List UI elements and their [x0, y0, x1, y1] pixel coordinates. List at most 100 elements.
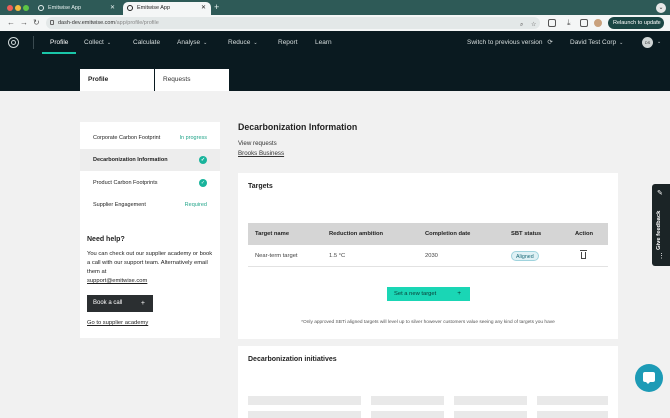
more-dots-icon: ⋮: [658, 253, 665, 260]
sidebar-item-product-footprints[interactable]: Product Carbon Footprints ✓: [80, 172, 220, 194]
reduction-ambition: 1.5 °C: [329, 253, 346, 259]
loading-placeholder: [454, 396, 527, 405]
targets-title: Targets: [248, 183, 273, 190]
tab-profile[interactable]: Profile: [80, 69, 154, 91]
company-name: David Test Corp: [570, 39, 617, 46]
browser-tab-label: Emitwise App: [137, 5, 171, 11]
status-in-progress: In progress: [179, 135, 207, 141]
chevron-down-icon: ⌄: [203, 40, 208, 46]
view-requests-label: View requests: [238, 140, 277, 147]
sidebar-item-decarbonization[interactable]: Decarbonization Information ✓: [80, 149, 220, 171]
sidebar-item-label: Corporate Carbon Footprint: [93, 135, 161, 141]
initiatives-title: Decarbonization initiatives: [248, 356, 337, 363]
side-panel-icon[interactable]: [580, 19, 588, 27]
browser-tab-2[interactable]: Emitwise App ✕: [123, 2, 211, 15]
give-feedback-tab[interactable]: ✎ Give feedback ⋮: [652, 184, 670, 266]
support-email-link[interactable]: support@emitwise.com: [87, 278, 147, 284]
sidebar-item-supplier-engagement[interactable]: Supplier Engagement Required: [80, 194, 220, 216]
browser-tab-strip: Emitwise App ✕ Emitwise App ✕ + ⌄: [0, 0, 670, 15]
loading-placeholder: [371, 411, 444, 418]
zoom-icon[interactable]: ⌕: [520, 19, 523, 31]
nav-calculate[interactable]: Calculate: [133, 31, 160, 54]
user-avatar[interactable]: DS: [642, 37, 653, 48]
sidebar-item-corporate-footprint[interactable]: Corporate Carbon Footprint In progress: [80, 127, 220, 149]
switch-version-label: Switch to previous version: [467, 39, 543, 46]
avatar-chevron-down-icon[interactable]: ⌄: [657, 31, 661, 54]
tab-close-icon[interactable]: ✕: [110, 2, 115, 15]
column-header: Reduction ambition: [329, 231, 384, 237]
nav-label: Reduce: [228, 39, 251, 46]
browser-tab-1[interactable]: Emitwise App ✕: [34, 2, 120, 15]
url-path: /app/profile/profile: [115, 20, 159, 26]
nav-label: Collect: [84, 39, 104, 46]
bookmark-star-icon[interactable]: ☆: [531, 19, 536, 31]
company-link[interactable]: Brooks Business: [238, 150, 284, 157]
profile-icon[interactable]: [594, 19, 602, 27]
site-info-icon[interactable]: [50, 20, 54, 25]
browser-toolbar: ← → ↻ dash-dev.emitwise.com/app/profile/…: [0, 15, 670, 31]
app-navbar: Profile Collect ⌄ Calculate Analyse ⌄ Redu…: [0, 31, 670, 54]
emitwise-logo-icon[interactable]: [8, 37, 19, 48]
back-icon[interactable]: ←: [7, 18, 15, 28]
check-circle-icon: ✓: [199, 179, 207, 187]
close-window-icon[interactable]: [7, 5, 13, 11]
loading-placeholder: [537, 396, 608, 405]
extensions-icon[interactable]: [548, 19, 556, 27]
loading-placeholder: [537, 411, 608, 418]
status-required: Required: [184, 202, 207, 208]
url-host: dash-dev.emitwise.com: [58, 20, 116, 26]
set-new-target-button[interactable]: Set a new target +: [387, 287, 470, 301]
maximize-window-icon[interactable]: [23, 5, 29, 11]
new-tab-icon[interactable]: +: [214, 2, 219, 13]
trash-icon[interactable]: [580, 250, 587, 259]
download-icon[interactable]: ⤓: [567, 18, 571, 28]
completion-date: 2030: [425, 253, 438, 259]
reload-icon[interactable]: ↻: [33, 18, 40, 28]
table-row: Near-term target 1.5 °C 2030 Aligned: [248, 245, 608, 267]
target-name: Near-term target: [255, 253, 298, 259]
more-menu-icon[interactable]: ⋮: [655, 17, 661, 29]
browser-tab-label: Emitwise App: [48, 5, 82, 11]
loading-placeholder: [454, 411, 527, 418]
tab-favicon-icon: [127, 5, 133, 11]
set-new-target-label: Set a new target: [394, 291, 437, 297]
switch-version-link[interactable]: Switch to previous version ⟳: [467, 31, 553, 54]
column-header: Completion date: [425, 231, 471, 237]
forward-icon[interactable]: →: [20, 18, 28, 28]
column-header: SBT status: [511, 231, 542, 237]
tab-search-icon[interactable]: ⌄: [656, 3, 666, 13]
plus-icon: +: [140, 300, 145, 307]
nav-learn[interactable]: Learn: [315, 31, 332, 54]
nav-collect[interactable]: Collect ⌄: [84, 31, 111, 54]
nav-analyse[interactable]: Analyse ⌄: [177, 31, 207, 54]
nav-report[interactable]: Report: [278, 31, 298, 54]
loading-placeholder: [248, 396, 361, 405]
sidebar-item-label: Product Carbon Footprints: [93, 180, 158, 186]
company-selector[interactable]: David Test Corp ⌄: [570, 31, 623, 54]
column-header: Target name: [255, 231, 290, 237]
nav-label: Analyse: [177, 39, 201, 46]
chevron-down-icon: ⌄: [253, 40, 258, 46]
chevron-down-icon: ⌄: [106, 40, 112, 46]
loading-placeholder: [248, 411, 361, 418]
tab-favicon-icon: [38, 5, 44, 11]
chevron-down-icon: ⌄: [619, 40, 624, 46]
nav-profile[interactable]: Profile: [42, 31, 77, 54]
loading-placeholder: [371, 396, 444, 405]
minimize-window-icon[interactable]: [15, 5, 21, 11]
targets-footnote: *Only approved SBTi aligned targets will…: [301, 320, 555, 325]
tab-requests[interactable]: Requests: [155, 69, 229, 91]
book-call-button[interactable]: Book a call +: [87, 295, 153, 312]
relaunch-button[interactable]: Relaunch to update ⋮: [608, 17, 664, 29]
pencil-icon: ✎: [657, 190, 663, 197]
page-title: Decarbonization Information: [238, 122, 358, 132]
sidebar-item-label: Supplier Engagement: [93, 202, 146, 208]
tab-close-icon[interactable]: ✕: [201, 2, 206, 15]
supplier-academy-link[interactable]: Go to supplier academy: [87, 320, 148, 326]
address-bar[interactable]: dash-dev.emitwise.com/app/profile/profil…: [46, 17, 540, 29]
check-circle-icon: ✓: [199, 156, 207, 164]
nav-reduce[interactable]: Reduce ⌄: [228, 31, 258, 54]
plus-icon: +: [457, 290, 461, 297]
help-title: Need help?: [87, 236, 125, 243]
chat-support-icon[interactable]: [635, 364, 663, 392]
